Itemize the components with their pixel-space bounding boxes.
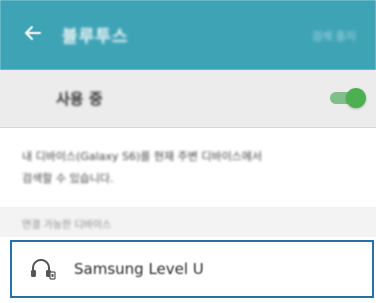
bluetooth-switch[interactable] — [330, 88, 366, 108]
back-button[interactable] — [18, 20, 48, 50]
back-arrow-icon — [24, 24, 42, 46]
description-line-1: 내 디바이스(Galaxy S6)를 현재 주변 디바이스에서 — [22, 150, 263, 163]
device-name: Samsung Level U — [74, 260, 204, 278]
toggle-label: 사용 중 — [56, 90, 103, 108]
bluetooth-toggle-row[interactable]: 사용 중 — [0, 70, 376, 128]
app-header: 블루투스 검색 중지 — [0, 0, 376, 70]
description-line-2: 검색할 수 있습니다. — [22, 172, 114, 185]
device-list-item[interactable]: Samsung Level U — [10, 240, 374, 298]
headset-icon — [30, 258, 56, 280]
section-label: 연결 가능한 디바이스 — [22, 220, 112, 231]
switch-thumb — [346, 88, 366, 108]
page-title: 블루투스 — [62, 27, 129, 47]
visibility-description: 내 디바이스(Galaxy S6)를 현재 주변 디바이스에서 검색할 수 있습… — [22, 146, 362, 190]
stop-scan-button[interactable]: 검색 중지 — [312, 28, 356, 44]
available-devices-section: 연결 가능한 디바이스 — [0, 207, 376, 237]
